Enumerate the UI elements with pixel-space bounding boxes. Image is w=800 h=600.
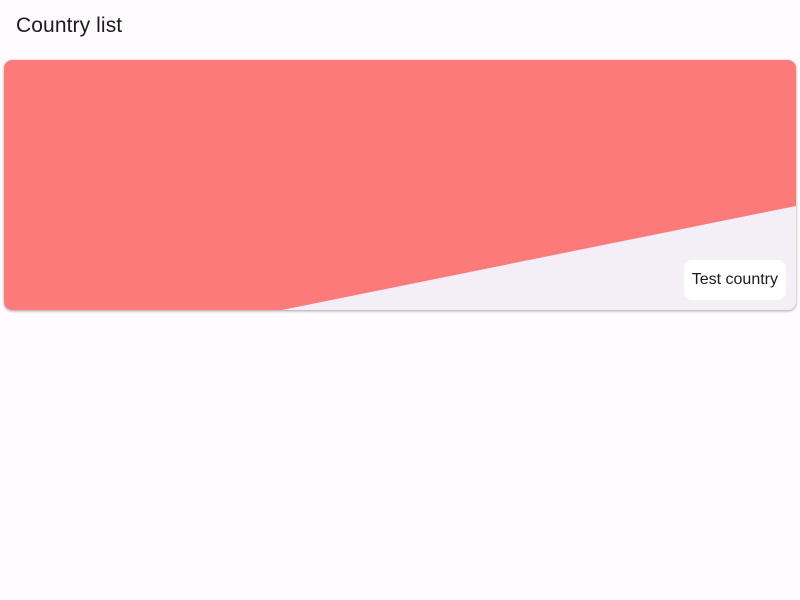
page-title: Country list	[16, 14, 123, 37]
app-bar: Country list	[0, 0, 800, 56]
app-root: Country list Test country	[0, 0, 800, 600]
country-flag-image	[4, 60, 796, 310]
country-card[interactable]: Test country	[4, 60, 796, 310]
country-name-label: Test country	[683, 260, 786, 300]
flag-red-shape	[4, 60, 796, 310]
